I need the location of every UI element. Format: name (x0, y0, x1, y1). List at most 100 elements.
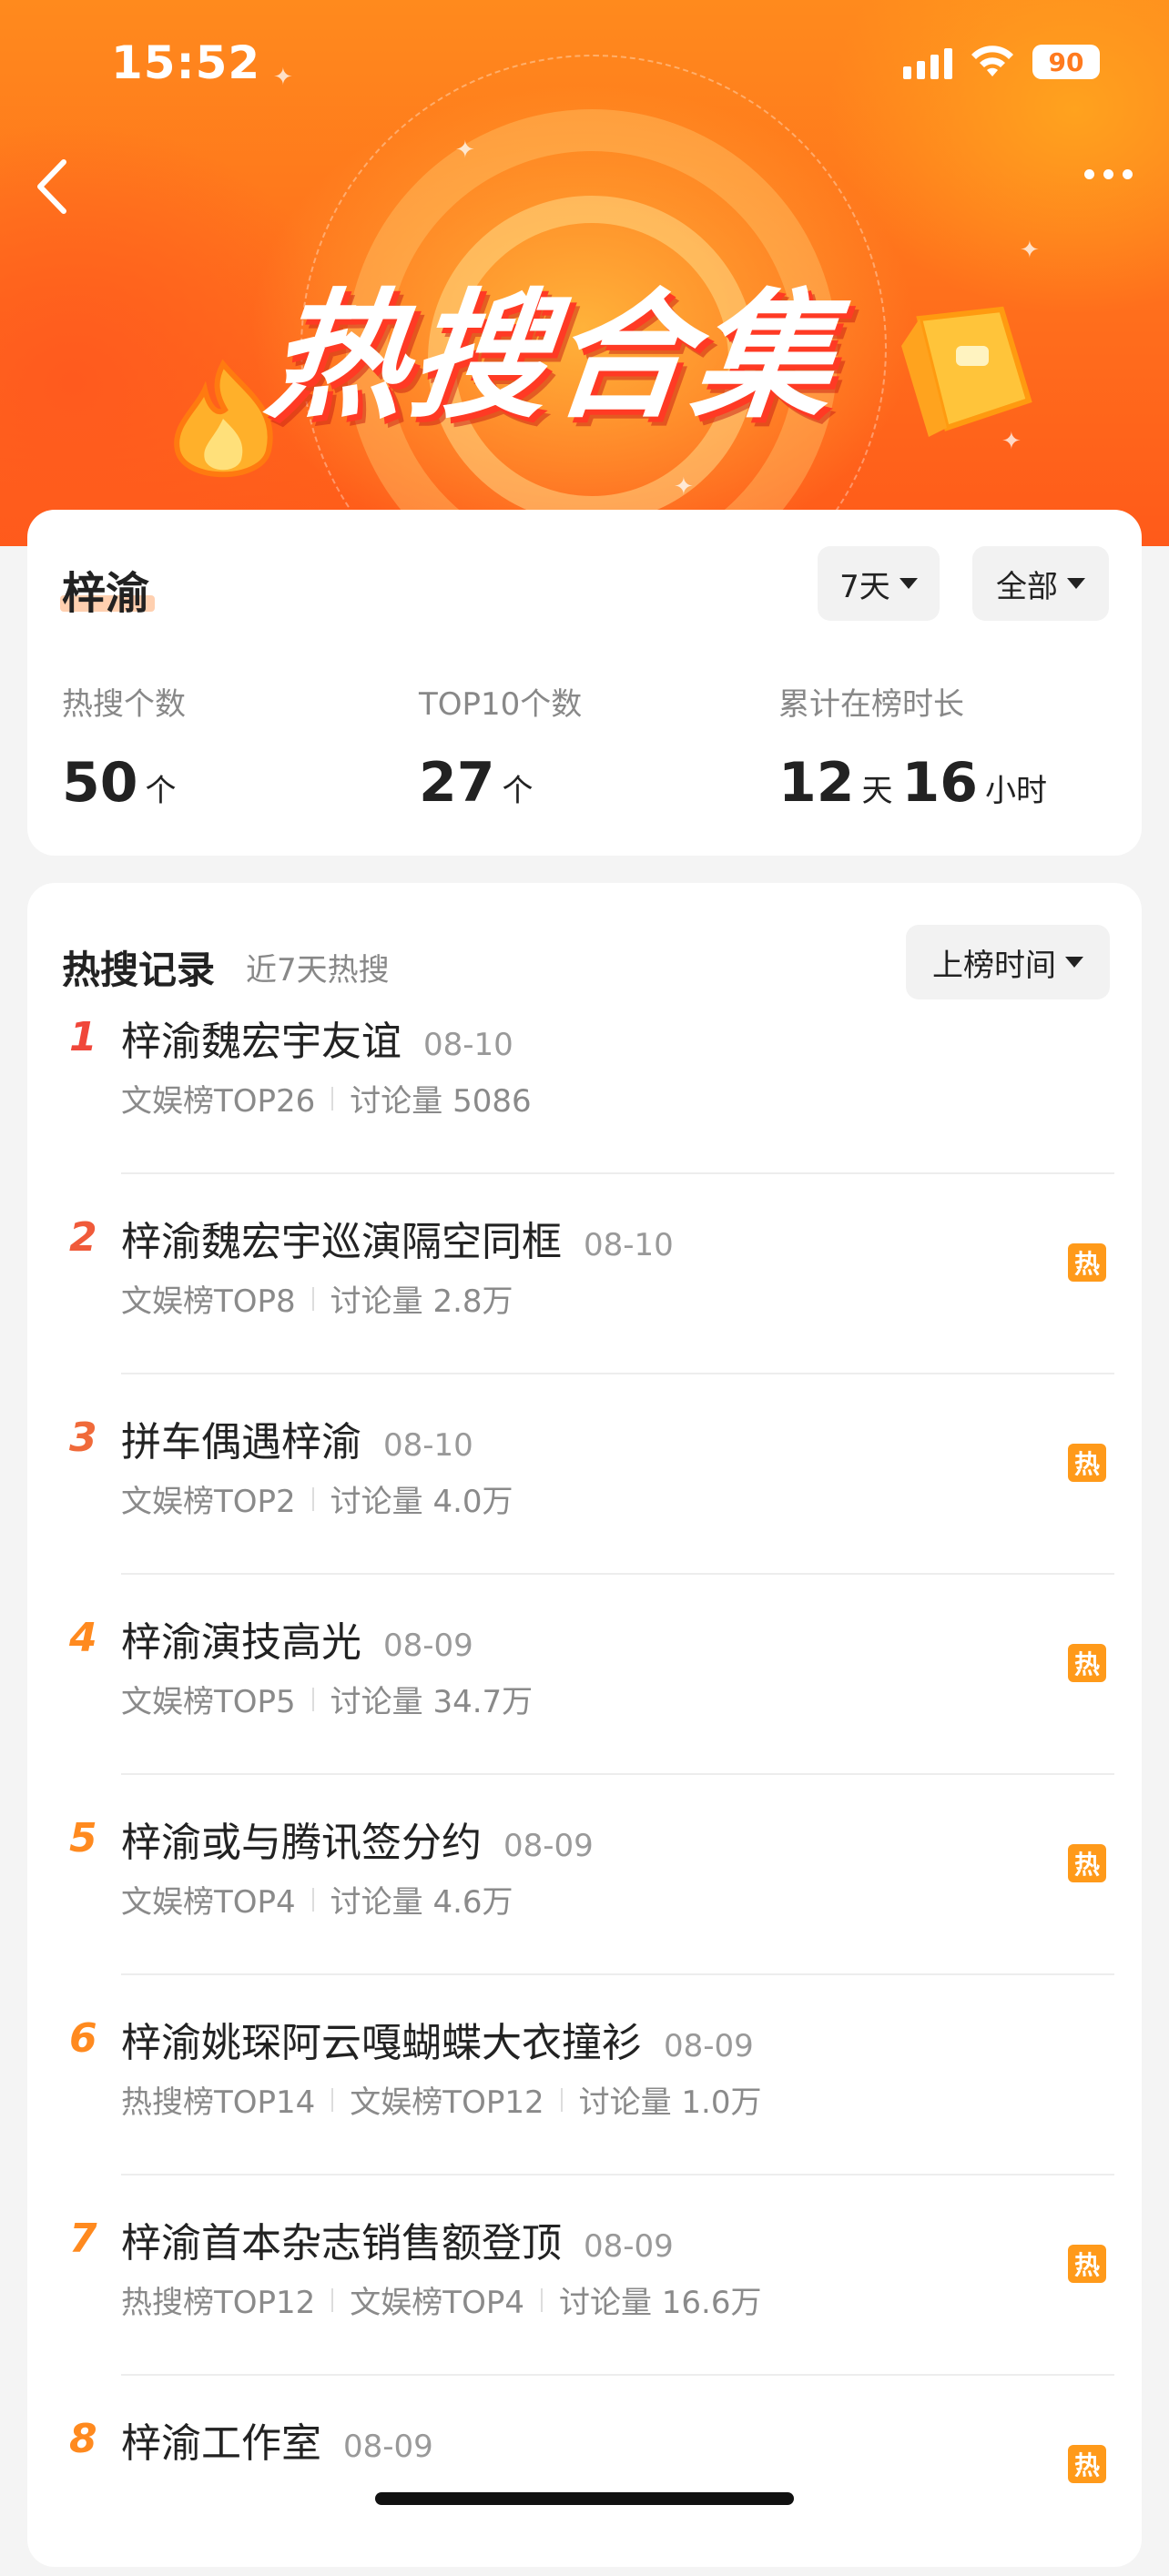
record-title: 梓渝魏宏宇友谊 (121, 1019, 402, 1065)
stat-unit: 天 (861, 773, 893, 809)
stat-label: TOP10个数 (419, 686, 583, 723)
list-item[interactable]: 2 梓渝魏宏宇巡演隔空同框 08-10 文娱榜TOP8 讨论量 2.8万 热 (27, 1174, 1142, 1374)
hot-badge: 热 (1068, 1243, 1106, 1282)
record-date: 08-10 (584, 1227, 674, 1263)
record-meta: 热搜榜TOP14 文娱榜TOP12 讨论量 1.0万 (121, 2077, 761, 2122)
meta-separator (311, 1286, 314, 1311)
hot-badge: 热 (1068, 2445, 1106, 2483)
record-meta: 文娱榜TOP8 讨论量 2.8万 (121, 1276, 513, 1321)
list-item[interactable]: 8 梓渝工作室 08-09 热 (27, 2376, 1142, 2576)
caret-down-icon (899, 578, 918, 589)
record-title-line: 梓渝演技高光 08-09 (121, 1609, 473, 1668)
dot-icon (1103, 169, 1113, 179)
meta-item: 讨论量 4.0万 (330, 1484, 513, 1520)
record-title: 梓渝演技高光 (121, 1619, 361, 1666)
meta-item: 文娱榜TOP4 (121, 1884, 296, 1921)
stat-label: 热搜个数 (62, 686, 186, 723)
meta-separator (331, 2287, 334, 2312)
stat-unit: 小时 (985, 773, 1047, 809)
battery-icon: 90 (1032, 45, 1100, 79)
meta-item: 文娱榜TOP26 (121, 1083, 316, 1120)
meta-separator (311, 1887, 314, 1912)
stat-number: 27 (419, 751, 495, 815)
rank-number: 8 (69, 2416, 97, 2462)
record-date: 08-10 (423, 1027, 513, 1063)
scope-filter-label: 全部 (996, 568, 1058, 605)
record-date: 08-09 (584, 2228, 674, 2265)
stat-top10-count: TOP10个数 27 个 (419, 679, 582, 815)
meta-item: 文娱榜TOP12 (350, 2084, 544, 2121)
record-title: 梓渝姚琛阿云嘎蝴蝶大衣撞衫 (121, 2020, 642, 2066)
hot-badge: 热 (1068, 1444, 1106, 1482)
rank-number: 1 (69, 1014, 97, 1060)
record-title: 拼车偶遇梓渝 (121, 1419, 361, 1465)
list-item[interactable]: 6 梓渝姚琛阿云嘎蝴蝶大衣撞衫 08-09 热搜榜TOP14 文娱榜TOP12 讨论量 1… (27, 1975, 1142, 2175)
meta-item: 讨论量 4.6万 (330, 1884, 513, 1921)
meta-item: 文娱榜TOP5 (121, 1684, 296, 1720)
meta-item: 讨论量 16.6万 (558, 2285, 762, 2321)
back-button[interactable] (27, 155, 82, 218)
caret-down-icon (1067, 578, 1085, 589)
home-indicator (375, 2492, 794, 2505)
list-item[interactable]: 1 梓渝魏宏宇友谊 08-10 文娱榜TOP26 讨论量 5086 (27, 974, 1142, 1174)
record-title: 梓渝魏宏宇巡演隔空同框 (121, 1219, 562, 1265)
meta-item: 热搜榜TOP14 (121, 2084, 316, 2121)
record-meta: 文娱榜TOP26 讨论量 5086 (121, 1076, 532, 1121)
meta-separator (331, 2087, 334, 2112)
dot-icon (1084, 169, 1094, 179)
caret-down-icon (1065, 957, 1083, 968)
sparkle-icon: ✦ (674, 473, 694, 501)
record-date: 08-09 (664, 2028, 754, 2064)
stat-value: 12 天 16 小时 (778, 751, 1056, 815)
archive-box-icon (901, 306, 1032, 437)
status-time: 15:52 (111, 36, 261, 89)
record-title-line: 梓渝首本杂志销售额登顶 08-09 (121, 2210, 674, 2268)
meta-item: 文娱榜TOP4 (350, 2285, 524, 2321)
meta-item: 文娱榜TOP2 (121, 1484, 296, 1520)
stat-label: 累计在榜时长 (778, 686, 964, 723)
rank-number: 3 (69, 1415, 97, 1461)
record-meta: 文娱榜TOP5 讨论量 34.7万 (121, 1677, 533, 1721)
meta-separator (540, 2287, 543, 2312)
summary-card: 梓渝 7天 全部 热搜个数 50 个 TOP10个数 27 个 累计在榜时长 12 天… (27, 510, 1142, 856)
stat-value: 27 个 (419, 751, 582, 815)
record-title: 梓渝或与腾讯签分约 (121, 1820, 482, 1866)
list-item[interactable]: 7 梓渝首本杂志销售额登顶 08-09 热搜榜TOP12 文娱榜TOP4 讨论量 16.6… (27, 2175, 1142, 2376)
header-banner: ✦ ✦ ✦ ✦ ✦ 15:52 90 热搜合集 (0, 0, 1169, 546)
rank-number: 2 (69, 1214, 97, 1261)
stat-unit: 个 (145, 773, 177, 809)
topic-name: 梓渝 (62, 568, 150, 619)
stat-hot-count: 热搜个数 50 个 (62, 679, 186, 815)
record-title-line: 梓渝姚琛阿云嘎蝴蝶大衣撞衫 08-09 (121, 2010, 754, 2068)
record-title-line: 梓渝工作室 08-09 (121, 2410, 433, 2469)
record-title-line: 梓渝魏宏宇巡演隔空同框 08-10 (121, 1209, 674, 1267)
signal-icon (903, 45, 952, 79)
meta-item: 讨论量 5086 (350, 1083, 532, 1120)
rank-number: 7 (69, 2216, 97, 2262)
stat-number: 16 (901, 751, 979, 815)
record-title-line: 梓渝魏宏宇友谊 08-10 (121, 1009, 513, 1067)
stat-value: 50 个 (62, 751, 186, 815)
stat-unit: 个 (502, 773, 534, 809)
hot-badge: 热 (1068, 1844, 1106, 1882)
scope-filter-dropdown[interactable]: 全部 (972, 546, 1109, 621)
list-item[interactable]: 4 梓渝演技高光 08-09 文娱榜TOP5 讨论量 34.7万 热 (27, 1575, 1142, 1775)
meta-item: 讨论量 1.0万 (578, 2084, 762, 2121)
dot-icon (1123, 169, 1133, 179)
record-title-line: 梓渝或与腾讯签分约 08-09 (121, 1810, 594, 1868)
meta-separator (311, 1486, 314, 1511)
list-item[interactable]: 3 拼车偶遇梓渝 08-10 文娱榜TOP2 讨论量 4.0万 热 (27, 1374, 1142, 1575)
days-filter-dropdown[interactable]: 7天 (818, 546, 940, 621)
rank-number: 5 (69, 1815, 97, 1861)
record-date: 08-09 (343, 2429, 433, 2465)
days-filter-label: 7天 (839, 568, 890, 605)
list-item[interactable]: 5 梓渝或与腾讯签分约 08-09 文娱榜TOP4 讨论量 4.6万 热 (27, 1775, 1142, 1975)
record-date: 08-10 (383, 1427, 473, 1464)
more-button[interactable] (1084, 169, 1133, 179)
record-date: 08-09 (383, 1628, 473, 1664)
record-title-line: 拼车偶遇梓渝 08-10 (121, 1409, 473, 1467)
record-title: 梓渝工作室 (121, 2420, 321, 2467)
meta-separator (560, 2087, 563, 2112)
record-meta: 热搜榜TOP12 文娱榜TOP4 讨论量 16.6万 (121, 2277, 761, 2322)
record-title: 梓渝首本杂志销售额登顶 (121, 2220, 562, 2267)
